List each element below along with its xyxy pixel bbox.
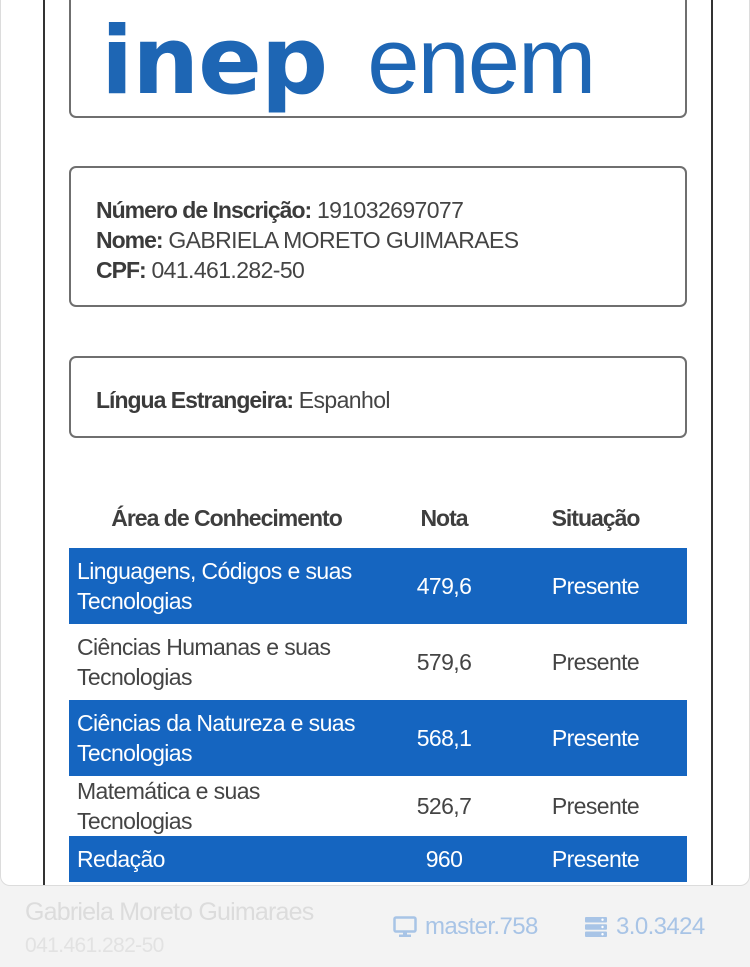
area-header: Área de Conhecimento [111,504,343,531]
cpf-label: CPF: [96,257,147,283]
footer-user-name: Gabriela Moreto Guimaraes [25,898,314,926]
table-header-row: Área de Conhecimento Nota Situação [69,496,687,548]
area-cell: Ciências Humanas e suas Tecnologias [77,634,331,690]
inscricao-line: Número de Inscrição: 191032697077 [96,195,685,225]
inep-logo: inep [101,7,328,116]
language-label: Língua Estrangeira: [96,387,294,413]
inscricao-value: 191032697077 [316,197,464,223]
branch-label: master.758 [425,913,538,940]
footer-user-cpf: 041.461.282-50 [25,934,164,957]
nome-label: Nome: [96,227,164,253]
situacao-cell: Presente [551,648,640,675]
branch-info: master.758 [393,913,538,941]
grades-table: Área de Conhecimento Nota Situação Lingu… [69,496,687,882]
table-row: Linguagens, Códigos e suas Tecnologias 4… [69,548,687,624]
nota-cell: 568,1 [384,700,504,776]
area-cell: Matemática e suas Tecnologias [77,778,260,834]
cpf-line: CPF: 041.461.282-50 [96,255,685,285]
nota-cell: 960 [384,836,504,882]
situacao-cell: Presente [551,792,640,819]
situacao-cell: Presente [504,836,687,882]
situacao-header: Situação [551,504,641,531]
table-row: Redação 960 Presente [69,836,687,882]
situacao-cell: Presente [504,548,687,624]
logo-box: inep enem [69,0,687,118]
area-cell: Redação [69,836,384,882]
nota-cell: 579,6 [416,648,472,675]
nome-line: Nome: GABRIELA MORETO GUIMARAES [96,225,685,255]
table-row: Ciências da Natureza e suas Tecnologias … [69,700,687,776]
language-line: Língua Estrangeira: Espanhol [96,385,685,415]
situacao-cell: Presente [504,700,687,776]
nota-cell: 479,6 [384,548,504,624]
candidate-info-box: Número de Inscrição: 191032697077 Nome: … [69,166,687,307]
server-icon [585,917,607,937]
nota-cell: 526,7 [416,792,472,819]
table-row: Matemática e suas Tecnologias 526,7 Pres… [69,776,687,836]
result-card: inep enem Número de Inscrição: 1910326970… [0,0,750,886]
nota-header: Nota [420,504,468,531]
enem-logo: enem [367,8,596,113]
area-cell: Linguagens, Códigos e suas Tecnologias [69,548,384,624]
language-value: Espanhol [298,387,391,413]
inep-enem-logo: inep enem [101,14,596,109]
area-cell: Ciências da Natureza e suas Tecnologias [69,700,384,776]
table-row: Ciências Humanas e suas Tecnologias 579,… [69,624,687,700]
inscricao-label: Número de Inscrição: [96,197,312,223]
version-label: 3.0.3424 [616,913,705,940]
nome-value: GABRIELA MORETO GUIMARAES [168,227,519,253]
version-info: 3.0.3424 [584,913,705,941]
language-box: Língua Estrangeira: Espanhol [69,356,687,438]
monitor-icon [393,916,417,937]
cpf-value: 041.461.282-50 [151,257,305,283]
